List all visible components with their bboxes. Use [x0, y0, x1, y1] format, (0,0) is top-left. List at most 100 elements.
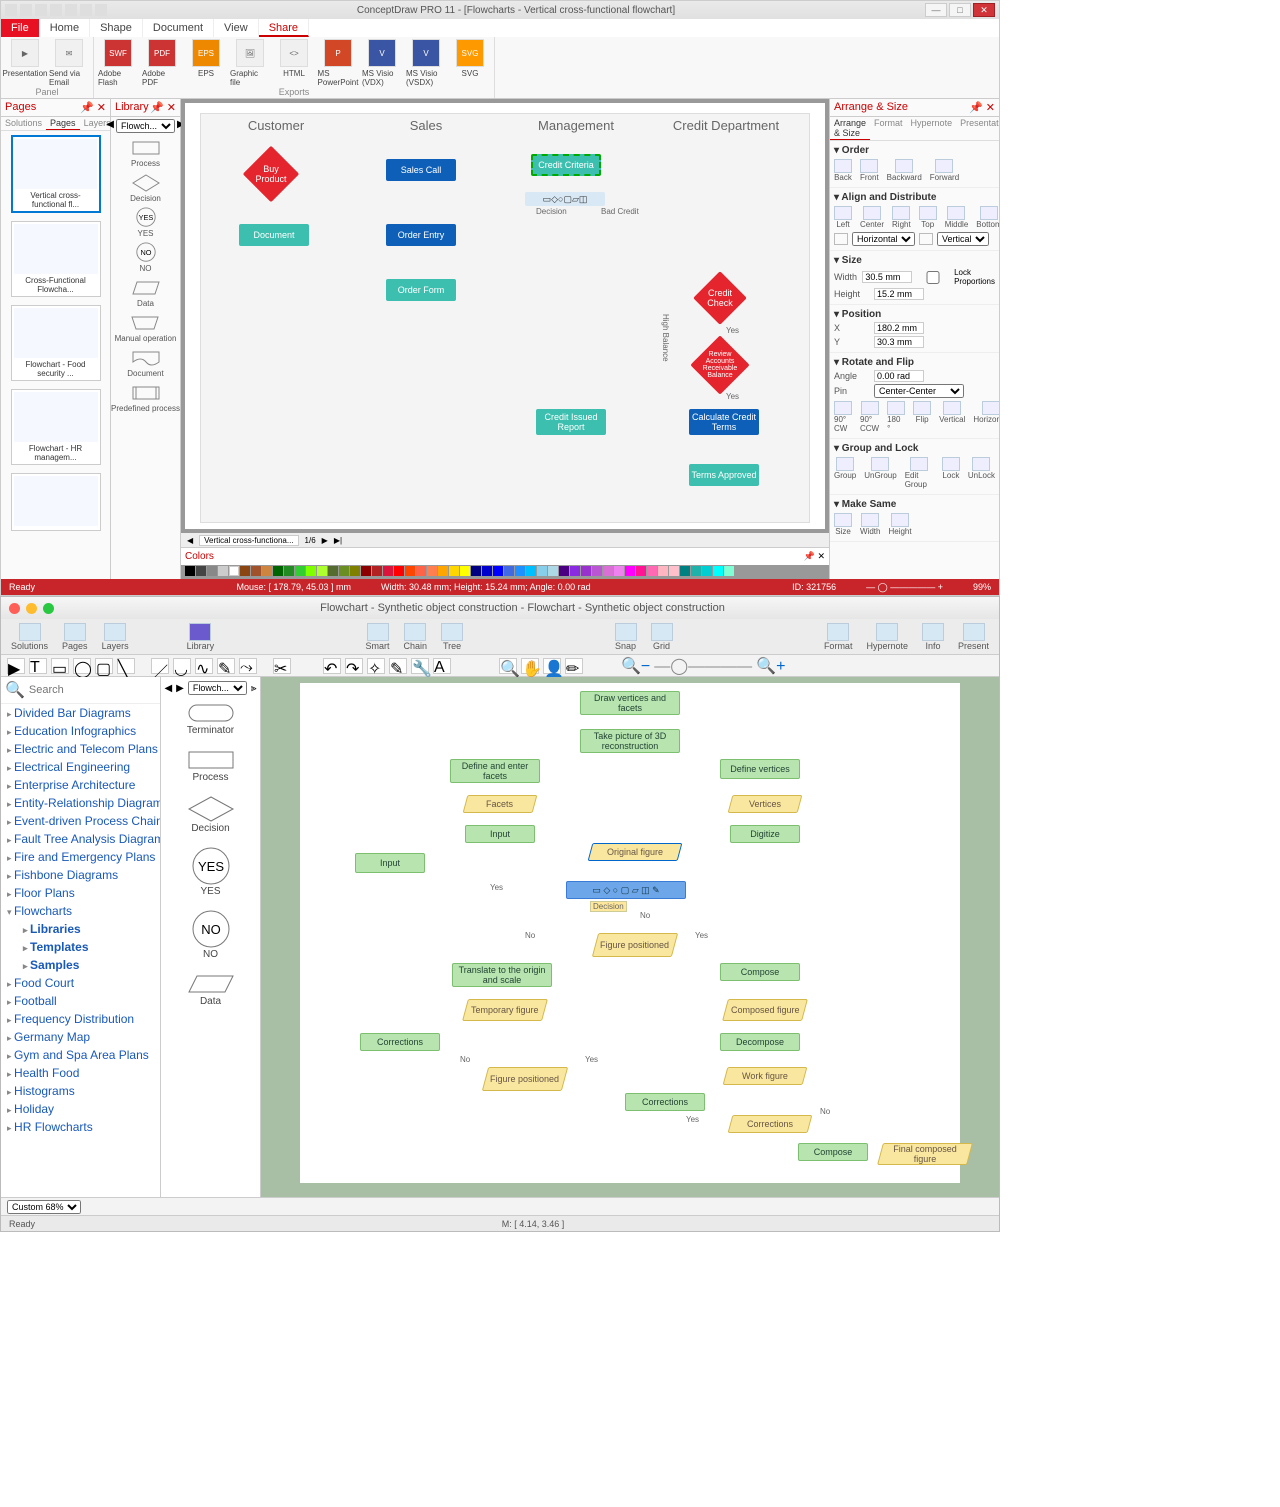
pointer-tool[interactable]: ▶: [7, 658, 25, 674]
process-shape[interactable]: Terms Approved: [689, 464, 759, 486]
page-thumb[interactable]: Cross-Functional Flowcha...: [11, 221, 101, 297]
zoom-slider[interactable]: —◯————: [654, 656, 752, 676]
process-node[interactable]: Compose: [798, 1143, 868, 1161]
zoom-tool[interactable]: 🔍: [499, 658, 517, 674]
tree-item[interactable]: Electrical Engineering: [1, 758, 160, 776]
rect-tool[interactable]: ▭: [51, 658, 69, 674]
tb-solutions[interactable]: Solutions: [11, 623, 48, 651]
shape-predefined[interactable]: Predefined process: [111, 382, 180, 413]
pages-tab[interactable]: Pages: [46, 117, 80, 130]
quick-access-toolbar[interactable]: [5, 4, 107, 16]
shape-yes[interactable]: YESYES: [191, 846, 231, 897]
curve-tool[interactable]: ∿: [195, 658, 213, 674]
export-vdx-button[interactable]: VMS Visio (VDX): [362, 39, 402, 87]
shape-decision[interactable]: Decision: [187, 795, 235, 834]
tree-item-flowcharts[interactable]: Flowcharts: [1, 902, 160, 920]
zoom-button[interactable]: [43, 603, 54, 614]
group-button[interactable]: Group: [834, 457, 856, 489]
redo-button[interactable]: ↷: [345, 658, 363, 674]
line-tool[interactable]: ╲: [117, 658, 135, 674]
tree-item[interactable]: Divided Bar Diagrams: [1, 704, 160, 722]
rp-tab-arrange[interactable]: Arrange & Size: [830, 117, 870, 140]
process-node[interactable]: Take picture of 3D reconstruction: [580, 729, 680, 753]
shape-process[interactable]: Process: [131, 137, 161, 168]
maximize-button[interactable]: □: [949, 3, 971, 17]
tree-item[interactable]: Fishbone Diagrams: [1, 866, 160, 884]
roundrect-tool[interactable]: ▢: [95, 658, 113, 674]
close-button[interactable]: [9, 603, 20, 614]
tree-item[interactable]: Event-driven Process Chain: [1, 812, 160, 830]
colors-close-icon[interactable]: 📌 ✕: [804, 551, 825, 562]
export-pdf-button[interactable]: PDFAdobe PDF: [142, 39, 182, 87]
align-middle-button[interactable]: Middle: [945, 206, 969, 229]
pin-icon[interactable]: 📌 ✕: [80, 101, 106, 114]
zoom-select[interactable]: Custom 68%: [7, 1200, 81, 1214]
data-node[interactable]: Temporary figure: [462, 999, 548, 1021]
pin-select[interactable]: Center-Center: [874, 384, 964, 398]
process-node[interactable]: Define vertices: [720, 759, 800, 779]
pin-icon[interactable]: 📌 ✕: [969, 101, 995, 114]
page-tabs[interactable]: ◀Vertical cross-functiona...1/6▶▶|: [181, 533, 829, 547]
unlock-button[interactable]: UnLock: [968, 457, 995, 489]
solutions-tab[interactable]: Solutions: [1, 117, 46, 130]
document-shape[interactable]: Credit Issued Report: [536, 409, 606, 435]
process-node[interactable]: Input: [465, 825, 535, 843]
canvas-scroll[interactable]: Customer Sales Management Credit Departm…: [185, 103, 825, 529]
prev-icon[interactable]: ◀: [106, 119, 114, 133]
color-swatches[interactable]: [181, 565, 829, 579]
x-input[interactable]: [874, 322, 924, 334]
pin-icon[interactable]: 📌 ✕: [150, 101, 176, 114]
library-select[interactable]: Flowch...: [188, 681, 247, 695]
page-thumb[interactable]: [11, 473, 101, 531]
eyedropper-tool[interactable]: ✎: [217, 658, 235, 674]
distribute-h-select[interactable]: Horizontal: [852, 232, 915, 246]
tool-popup[interactable]: ▭ ◇ ○ ▢ ▱ ◫ ✎: [566, 881, 686, 899]
zoom-in-icon[interactable]: 🔍+: [756, 656, 785, 676]
export-graphic-button[interactable]: 🖼Graphic file: [230, 39, 270, 87]
zoom-out-icon[interactable]: 🔍−: [621, 656, 650, 676]
arc-tool[interactable]: ◡: [173, 658, 191, 674]
close-button[interactable]: ✕: [973, 3, 995, 17]
tree-item[interactable]: Frequency Distribution: [1, 1010, 160, 1028]
tb-hypernote[interactable]: Hypernote: [866, 623, 908, 651]
document-shape[interactable]: Document: [239, 224, 309, 246]
tb-chain[interactable]: Chain: [404, 623, 428, 651]
tb-format[interactable]: Format: [824, 623, 853, 651]
ungroup-button[interactable]: UnGroup: [864, 457, 896, 489]
page-thumb[interactable]: Flowchart - HR managem...: [11, 389, 101, 465]
process-shape[interactable]: Order Entry: [386, 224, 456, 246]
tab-file[interactable]: File: [1, 19, 40, 37]
process-shape[interactable]: Calculate Credit Terms: [689, 409, 759, 435]
export-svg-button[interactable]: SVGSVG: [450, 39, 490, 87]
zoom-slider[interactable]: — ◯ ————— +: [866, 582, 943, 593]
rp-tab-format[interactable]: Format: [870, 117, 907, 140]
next-icon[interactable]: ▶: [176, 683, 184, 694]
shape-manual-op[interactable]: Manual operation: [115, 312, 177, 343]
tb-pages[interactable]: Pages: [62, 623, 88, 651]
edit-group-button[interactable]: Edit Group: [905, 457, 934, 489]
data-node[interactable]: Corrections: [728, 1115, 813, 1133]
same-height-button[interactable]: Height: [888, 513, 911, 536]
rotate-cw-button[interactable]: 90° CW: [834, 401, 852, 433]
tb-layers[interactable]: Layers: [102, 623, 129, 651]
line2-tool[interactable]: ／: [151, 658, 169, 674]
process-shape[interactable]: Sales Call: [386, 159, 456, 181]
rp-tab-hypernote[interactable]: Hypernote: [907, 117, 957, 140]
same-width-button[interactable]: Width: [860, 513, 880, 536]
tree-item[interactable]: Germany Map: [1, 1028, 160, 1046]
tree-item[interactable]: Fire and Emergency Plans: [1, 848, 160, 866]
rp-tab-presentation[interactable]: Presentation: [956, 117, 999, 140]
tb-grid[interactable]: Grid: [651, 623, 673, 651]
shape-process[interactable]: Process: [187, 748, 235, 783]
drawing-page[interactable]: Customer Sales Management Credit Departm…: [200, 113, 810, 523]
process-node[interactable]: Translate to the origin and scale: [452, 963, 552, 987]
data-node[interactable]: Vertices: [728, 795, 803, 813]
minimize-button[interactable]: —: [925, 3, 947, 17]
shape-document[interactable]: Document: [127, 347, 163, 378]
tree-item[interactable]: HR Flowcharts: [1, 1118, 160, 1136]
tree-item[interactable]: Electric and Telecom Plans: [1, 740, 160, 758]
data-node[interactable]: Facets: [463, 795, 538, 813]
drawing-page[interactable]: Draw vertices and facets Take picture of…: [300, 683, 960, 1183]
order-forward-button[interactable]: Forward: [930, 159, 959, 182]
process-node[interactable]: Input: [355, 853, 425, 873]
